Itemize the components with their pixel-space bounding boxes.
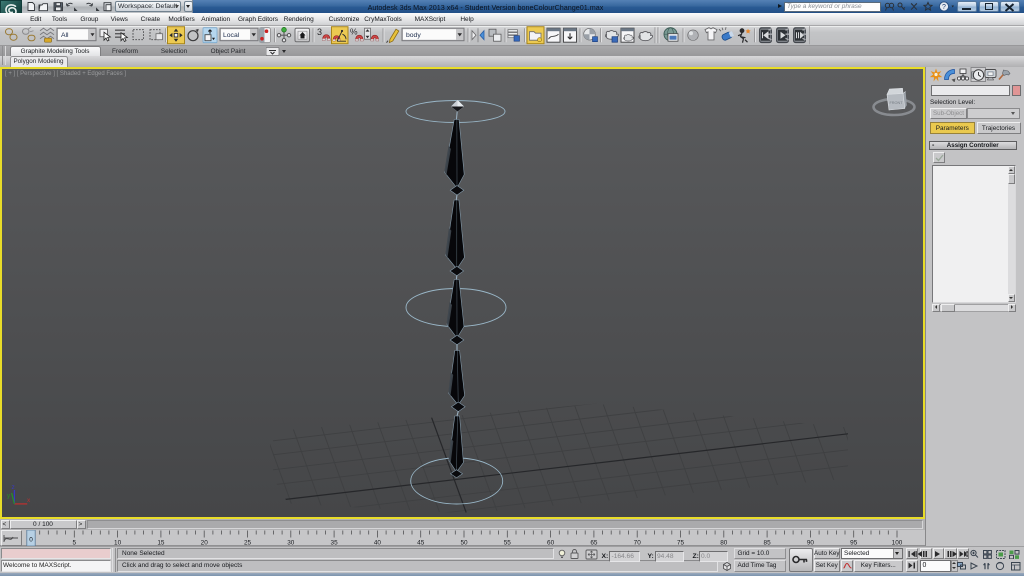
svg-text:10: 10 [114, 539, 122, 546]
svg-text:25: 25 [244, 539, 252, 546]
svg-text:45: 45 [417, 539, 425, 546]
svg-text:50: 50 [460, 539, 468, 546]
svg-text:FRONT: FRONT [889, 101, 903, 105]
svg-text:75: 75 [677, 539, 685, 546]
svg-text:85: 85 [764, 539, 772, 546]
svg-text:70: 70 [634, 539, 642, 546]
svg-text:60: 60 [547, 539, 555, 546]
svg-text:3: 3 [317, 27, 322, 37]
svg-text:?: ? [942, 4, 946, 11]
svg-text:5: 5 [73, 539, 77, 546]
svg-text:55: 55 [504, 539, 512, 546]
svg-text:20: 20 [201, 539, 209, 546]
svg-text:0: 0 [29, 536, 33, 543]
svg-text:30: 30 [287, 539, 295, 546]
svg-text:%: % [350, 26, 358, 36]
svg-text:65: 65 [590, 539, 598, 546]
svg-text:z: z [12, 484, 15, 491]
svg-text:15: 15 [157, 539, 165, 546]
svg-text:x: x [27, 497, 31, 504]
svg-text:95: 95 [850, 539, 858, 546]
svg-text:y: y [7, 493, 10, 499]
svg-text:Local: Local [223, 32, 240, 39]
svg-text:100: 100 [892, 539, 903, 546]
svg-text:35: 35 [331, 539, 339, 546]
svg-text:All: All [61, 32, 69, 39]
svg-text:body: body [406, 32, 421, 39]
svg-text:80: 80 [720, 539, 728, 546]
svg-text:90: 90 [807, 539, 815, 546]
svg-text:40: 40 [374, 539, 382, 546]
